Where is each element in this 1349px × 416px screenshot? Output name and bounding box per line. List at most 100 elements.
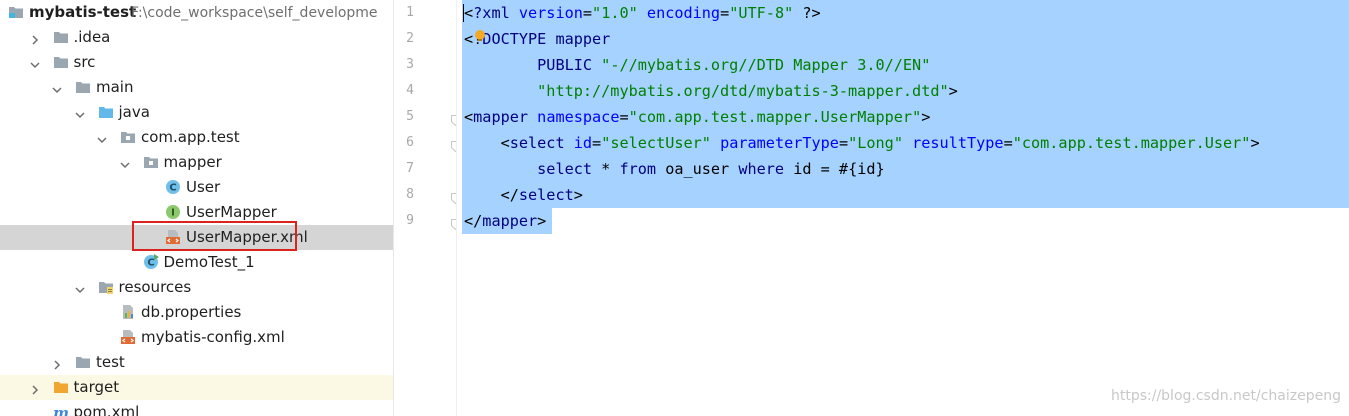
watermark: https://blog.csdn.net/chaizepeng <box>1110 388 1341 404</box>
project-root[interactable]: mybatis-test F:\code_workspace\self_devel… <box>0 0 393 25</box>
chevron-right-icon[interactable] <box>51 356 63 370</box>
code-token: select <box>509 134 574 152</box>
tree-item-label: com.app.test <box>141 128 240 146</box>
svg-text:m: m <box>53 404 69 416</box>
chevron-right-icon[interactable] <box>29 381 41 395</box>
excluded-folder-icon <box>53 379 69 395</box>
code-token: resultType <box>912 134 1004 152</box>
code-token: = <box>1003 134 1013 152</box>
intention-bulb-icon[interactable] <box>473 28 487 42</box>
tree-item-demotest[interactable]: C DemoTest_1 <box>0 250 393 275</box>
tree-item-label: test <box>96 353 125 371</box>
line-number: 8 <box>406 187 414 202</box>
code-token: where <box>738 160 794 178</box>
code-token: > <box>948 82 958 100</box>
editor-gutter: 1 2 3 4 5 6 7 8 9 <box>393 0 460 416</box>
code-token: = <box>592 134 602 152</box>
svg-text:I: I <box>171 208 175 219</box>
code-token: < <box>500 134 510 152</box>
tree-item-label: pom.xml <box>73 403 140 416</box>
svg-text:C: C <box>147 258 154 269</box>
code-token: "com.app.test.mapper.UserMapper" <box>628 108 922 126</box>
code-token: "http://mybatis.org/dtd/mybatis-3-mapper… <box>537 82 949 100</box>
line-number: 4 <box>406 83 414 98</box>
code-line[interactable]: <mapper namespace="com.app.test.mapper.U… <box>464 104 930 130</box>
tree-item-label: resources <box>118 278 192 296</box>
code-token: parameterType <box>720 134 839 152</box>
tree-item-db-properties[interactable]: db.properties <box>0 300 393 325</box>
code-token: > <box>573 186 583 204</box>
project-path: F:\code_workspace\self_developme <box>131 5 378 21</box>
code-line[interactable]: <select id="selectUser" parameterType="L… <box>464 130 1260 156</box>
text-caret <box>463 4 464 22</box>
chevron-down-icon[interactable] <box>119 156 131 169</box>
chevron-down-icon[interactable] <box>96 131 108 144</box>
maven-file-icon: m <box>53 404 69 416</box>
tree-item-user[interactable]: C User <box>0 175 393 200</box>
code-token: select <box>537 160 602 178</box>
tree-item-label: mybatis-config.xml <box>141 328 285 346</box>
code-line[interactable]: </select> <box>464 182 583 208</box>
folder-icon <box>53 54 69 70</box>
tree-item-idea[interactable]: .idea <box>0 25 393 50</box>
code-token: "com.app.test.mapper.User" <box>1012 134 1251 152</box>
code-token: ?xml <box>473 4 519 22</box>
code-token: "Long" <box>848 134 913 152</box>
code-token: from <box>619 160 666 178</box>
code-token: "-//mybatis.org//DTD Mapper 3.0//EN" <box>601 56 931 74</box>
svg-text:C: C <box>169 183 176 194</box>
line-number: 7 <box>406 161 414 176</box>
code-token: > <box>921 108 931 126</box>
chevron-right-icon[interactable] <box>29 31 41 45</box>
line-number: 1 <box>406 5 414 20</box>
code-token: = <box>619 108 629 126</box>
tree-item-com-app-test[interactable]: com.app.test <box>0 125 393 150</box>
tree-item-resources[interactable]: resources <box>0 275 393 300</box>
runnable-class-icon: C <box>143 254 159 270</box>
tree-item-label: mybatis-test <box>29 3 137 21</box>
tree-item-mapper[interactable]: mapper <box>0 150 393 175</box>
tree-item-src[interactable]: src <box>0 50 393 75</box>
code-line[interactable]: PUBLIC "-//mybatis.org//DTD Mapper 3.0//… <box>464 52 930 78</box>
tree-item-label: mapper <box>163 153 222 171</box>
chevron-down-icon[interactable] <box>74 106 86 119</box>
xml-file-icon <box>120 329 136 345</box>
line-number: 6 <box>406 135 414 150</box>
code-token: mapper <box>473 108 538 126</box>
code-token: = <box>838 134 849 152</box>
code-token: id = #{id} <box>793 160 885 178</box>
folder-icon <box>53 29 69 45</box>
code-token: select <box>518 186 574 204</box>
chevron-down-icon[interactable] <box>29 56 41 69</box>
code-line[interactable]: </mapper> <box>464 208 546 234</box>
interface-icon: I <box>165 204 181 220</box>
code-line[interactable]: select * from oa_user where id = #{id} <box>464 156 885 182</box>
code-token: </ <box>464 212 483 230</box>
code-token: * <box>601 160 620 178</box>
tree-item-java[interactable]: java <box>0 100 393 125</box>
chevron-down-icon[interactable] <box>51 81 63 94</box>
code-token: id <box>573 134 593 152</box>
tree-item-mybatis-config[interactable]: mybatis-config.xml <box>0 325 393 350</box>
code-token: DOCTYPE mapper <box>482 30 611 48</box>
line-number: 9 <box>406 213 414 228</box>
code-line[interactable]: <?xml version="1.0" encoding="UTF-8" ?> <box>464 0 821 26</box>
tree-item-label: DemoTest_1 <box>163 253 255 271</box>
resources-folder-icon <box>98 279 114 295</box>
code-token: namespace <box>537 108 620 126</box>
project-tree: mybatis-test F:\code_workspace\self_devel… <box>0 0 393 416</box>
tree-item-test[interactable]: test <box>0 350 393 375</box>
code-token: > <box>537 212 547 230</box>
code-token: < <box>464 4 474 22</box>
code-line[interactable]: "http://mybatis.org/dtd/mybatis-3-mapper… <box>464 78 958 104</box>
tree-item-target[interactable]: target <box>0 375 393 400</box>
module-folder-icon <box>8 4 24 20</box>
tree-item-pom[interactable]: m pom.xml <box>0 400 393 416</box>
properties-file-icon <box>120 304 136 320</box>
tree-item-main[interactable]: main <box>0 75 393 100</box>
chevron-down-icon[interactable] <box>74 281 86 294</box>
code-token: version <box>518 4 583 22</box>
